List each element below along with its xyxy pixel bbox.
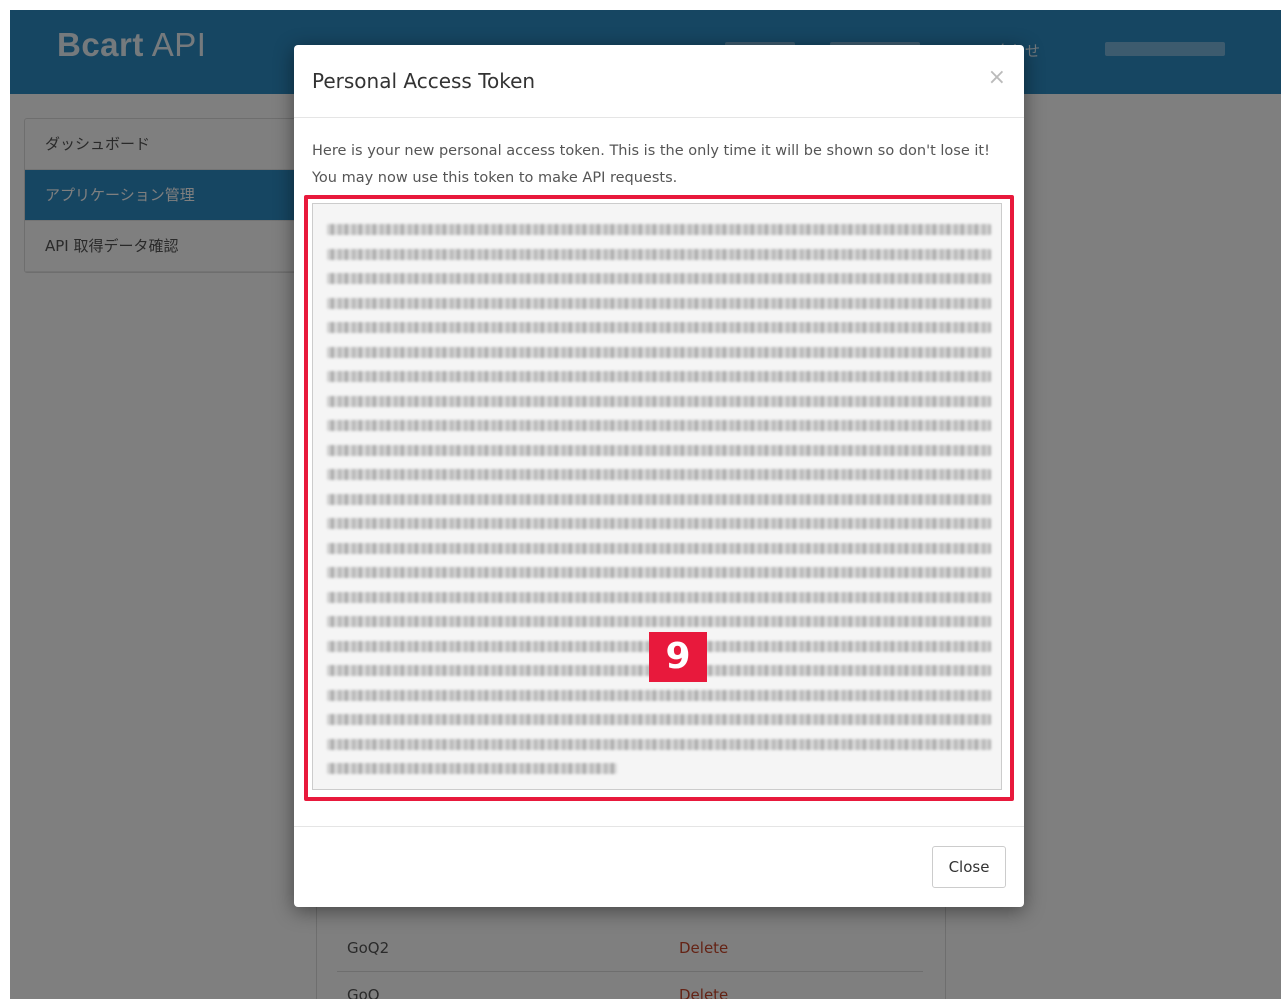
token-line [327,444,991,456]
token-line [327,616,991,627]
token-line [327,273,991,284]
token-line [327,346,991,358]
token-textarea[interactable]: 9 [312,203,1002,790]
token-line [327,542,991,554]
token-line [327,763,617,774]
modal-header: Personal Access Token × [294,45,1024,118]
token-line [327,248,991,260]
token-line [327,567,991,578]
token-line [327,420,991,431]
token-line [327,395,991,407]
step-badge: 9 [649,632,707,682]
token-line [327,322,991,333]
token-line [327,493,991,505]
token-line [327,738,991,750]
token-modal: Personal Access Token × Here is your new… [294,45,1024,907]
token-line [327,224,991,235]
close-button[interactable]: Close [932,846,1006,888]
token-line [327,689,991,701]
token-line [327,714,991,725]
close-icon[interactable]: × [988,65,1006,90]
token-line [327,591,991,603]
token-line [327,518,991,529]
token-line [327,469,991,480]
token-line [327,371,991,382]
modal-footer: Close [294,826,1024,908]
modal-title: Personal Access Token [312,69,536,93]
token-line [327,297,991,309]
modal-description: Here is your new personal access token. … [312,143,990,186]
token-highlight-frame: 9 [304,195,1014,801]
